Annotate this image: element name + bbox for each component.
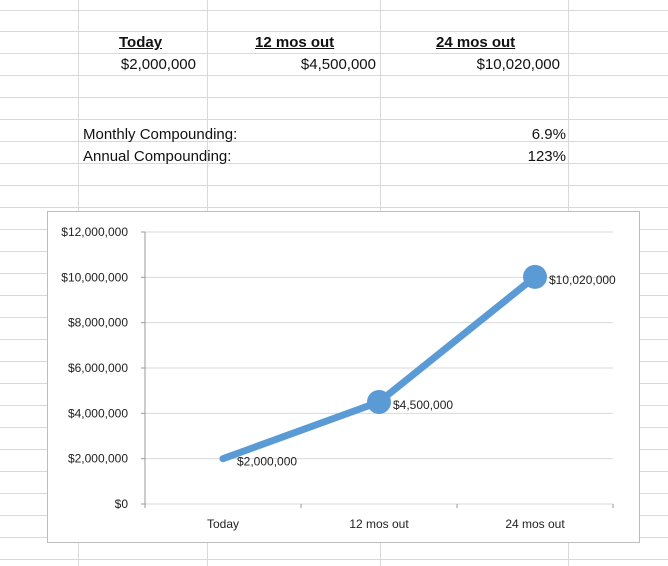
data-label: $10,020,000 bbox=[549, 273, 616, 287]
value-monthly-compounding[interactable]: 6.9% bbox=[470, 126, 566, 144]
label-monthly-compounding[interactable]: Monthly Compounding: bbox=[83, 126, 237, 144]
x-tick-label: 12 mos out bbox=[349, 517, 409, 531]
row-divider bbox=[0, 75, 668, 76]
header-12-mos-out[interactable]: 12 mos out bbox=[255, 34, 334, 52]
row-divider bbox=[0, 559, 668, 560]
value-annual-compounding[interactable]: 123% bbox=[470, 148, 566, 166]
data-point bbox=[220, 455, 226, 462]
data-point bbox=[523, 264, 547, 289]
data-label: $4,500,000 bbox=[393, 398, 453, 412]
data-point bbox=[367, 390, 391, 414]
row-divider bbox=[0, 10, 668, 11]
row-divider bbox=[0, 185, 668, 186]
x-tick-label: 24 mos out bbox=[505, 517, 565, 531]
row-divider bbox=[0, 53, 668, 54]
y-tick-label: $8,000,000 bbox=[68, 316, 128, 330]
y-tick-label: $10,000,000 bbox=[61, 270, 128, 284]
value-24-mos-out[interactable]: $10,020,000 bbox=[440, 56, 560, 74]
x-tick-label: Today bbox=[207, 517, 239, 531]
header-24-mos-out[interactable]: 24 mos out bbox=[436, 34, 515, 52]
row-divider bbox=[0, 31, 668, 32]
row-divider bbox=[0, 119, 668, 120]
value-12-mos-out[interactable]: $4,500,000 bbox=[256, 56, 376, 74]
y-tick-label: $2,000,000 bbox=[68, 452, 128, 466]
header-today[interactable]: Today bbox=[119, 34, 162, 52]
label-annual-compounding[interactable]: Annual Compounding: bbox=[83, 148, 231, 166]
value-today[interactable]: $2,000,000 bbox=[96, 56, 196, 74]
y-tick-label: $4,000,000 bbox=[68, 406, 128, 420]
line-chart[interactable]: $0 $2,000,000 $4,000,000 $6,000,000 $8,000,0… bbox=[47, 211, 640, 543]
y-tick-label: $6,000,000 bbox=[68, 361, 128, 375]
row-divider bbox=[0, 207, 668, 208]
y-tick-label: $0 bbox=[115, 497, 129, 511]
y-tick-label: $12,000,000 bbox=[61, 225, 128, 239]
data-label: $2,000,000 bbox=[237, 455, 297, 469]
row-divider bbox=[0, 97, 668, 98]
chart-canvas: $0 $2,000,000 $4,000,000 $6,000,000 $8,000,0… bbox=[61, 225, 616, 531]
